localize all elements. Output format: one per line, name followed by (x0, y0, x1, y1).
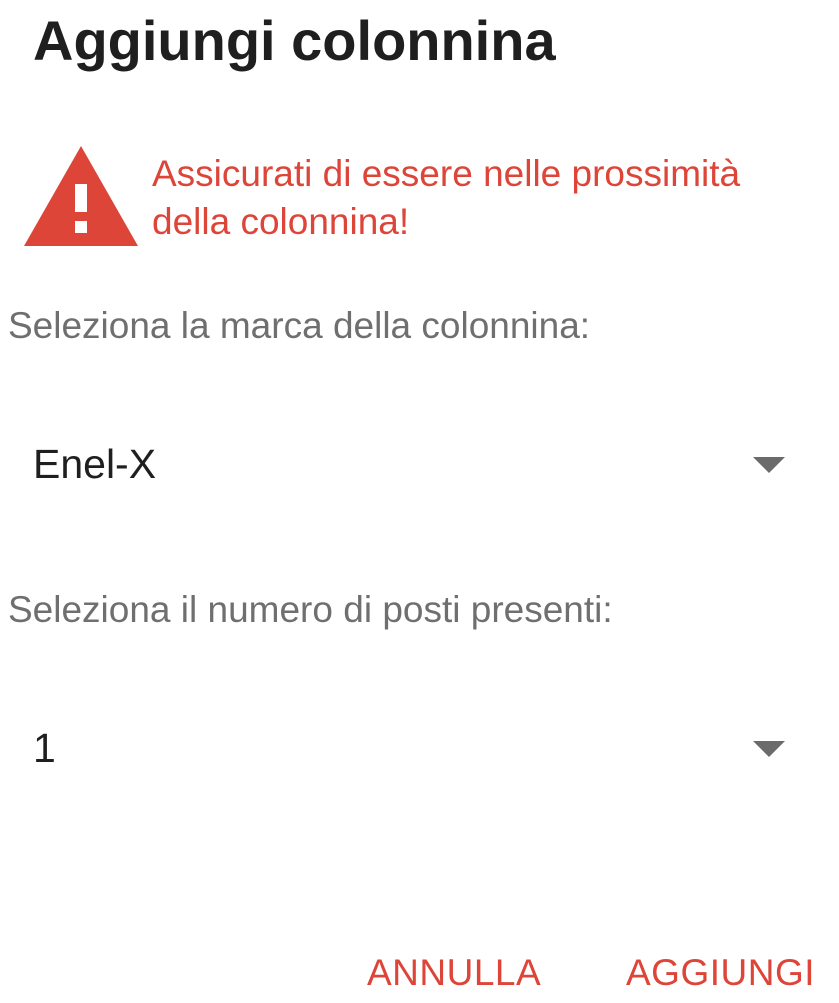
spots-field-label: Seleziona il numero di posti presenti: (8, 589, 613, 630)
warning-triangle-icon (24, 146, 138, 246)
chevron-down-icon (753, 741, 785, 757)
warning-message: Assicurati di essere nelle prossimità de… (152, 150, 740, 246)
warning-message-line-1: Assicurati di essere nelle prossimità (152, 153, 741, 194)
cancel-button[interactable]: ANNULLA (367, 948, 541, 998)
brand-field-label: Seleziona la marca della colonnina: (8, 305, 591, 346)
dialog-title: Aggiungi colonnina (33, 9, 556, 72)
chevron-down-icon (753, 457, 785, 473)
brand-select[interactable]: Enel-X (8, 424, 808, 504)
warning-banner: Assicurati di essere nelle prossimità de… (20, 142, 830, 252)
warning-message-line-2: della colonnina! (152, 201, 410, 242)
spots-select[interactable]: 1 (8, 708, 808, 788)
brand-select-value: Enel-X (33, 441, 157, 487)
spots-select-value: 1 (33, 725, 56, 771)
add-button[interactable]: AGGIUNGI (626, 948, 815, 998)
